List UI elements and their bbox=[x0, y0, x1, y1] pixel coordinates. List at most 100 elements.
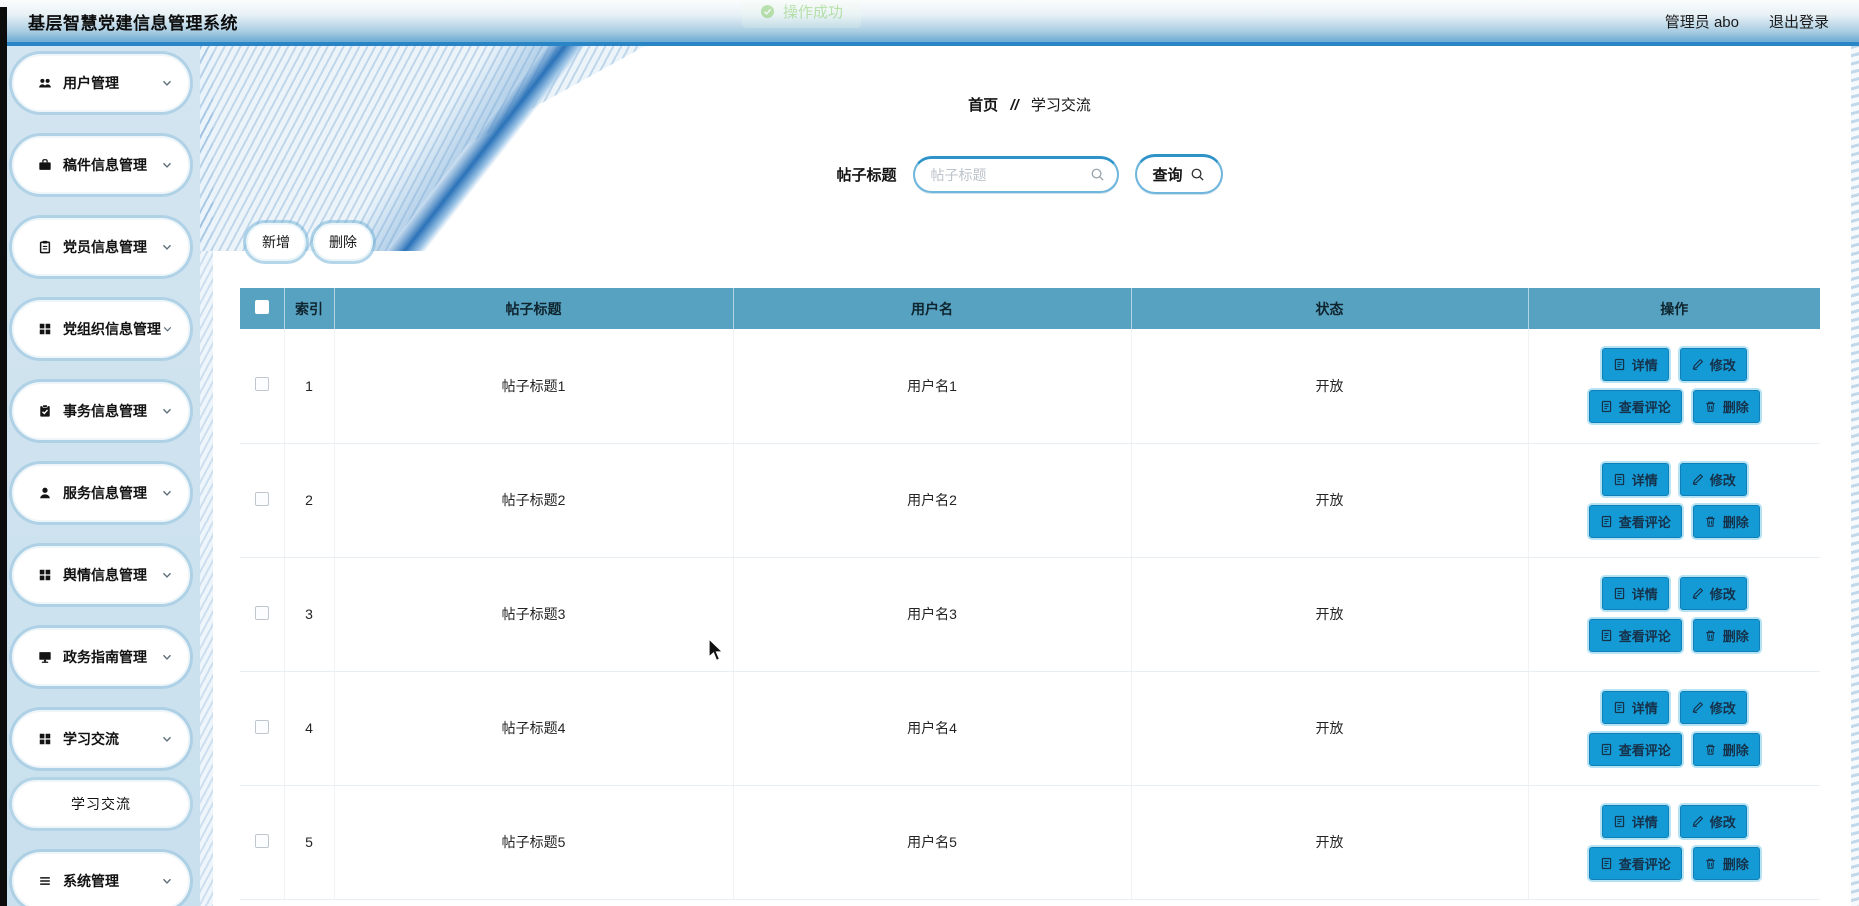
document-icon bbox=[1600, 857, 1613, 870]
delete-selected-button[interactable]: 删除 bbox=[313, 223, 373, 261]
sidebar-item-gov-guide[interactable]: 政务指南管理 bbox=[12, 628, 190, 686]
table-toolbar: 新增 删除 bbox=[246, 223, 373, 261]
sidebar-item-label: 政务指南管理 bbox=[63, 649, 147, 665]
menu-icon bbox=[38, 874, 52, 888]
table-row: 1 帖子标题1 用户名1 开放 详情 修改 查看评论 删除 bbox=[240, 329, 1820, 444]
view-comments-button[interactable]: 查看评论 bbox=[1588, 846, 1682, 880]
sidebar-item-label: 服务信息管理 bbox=[63, 485, 147, 501]
sidebar-item-users[interactable]: 用户管理 bbox=[12, 54, 190, 112]
header-actions: 操作 bbox=[1528, 288, 1820, 329]
chevron-down-icon bbox=[160, 404, 174, 418]
cell-actions: 详情 修改查看评论 删除 bbox=[1528, 443, 1820, 558]
sidebar-item-services[interactable]: 服务信息管理 bbox=[12, 464, 190, 522]
row-checkbox[interactable] bbox=[254, 377, 269, 392]
cell-username: 用户名2 bbox=[733, 443, 1132, 558]
cell-index: 4 bbox=[284, 671, 335, 786]
table-row: 4 帖子标题4 用户名4 开放 详情 修改 查看评论 删除 bbox=[240, 671, 1820, 786]
edit-button[interactable]: 修改 bbox=[1679, 348, 1747, 382]
user-icon bbox=[38, 486, 52, 500]
sidebar-item-manuscripts[interactable]: 稿件信息管理 bbox=[12, 136, 190, 194]
breadcrumb: 首页 // 学习交流 bbox=[200, 94, 1859, 115]
row-checkbox[interactable] bbox=[254, 719, 269, 734]
pencil-icon bbox=[1691, 358, 1704, 371]
monitor-icon bbox=[38, 650, 52, 664]
edit-button[interactable]: 修改 bbox=[1679, 462, 1747, 496]
sidebar-item-opinion[interactable]: 舆情信息管理 bbox=[12, 546, 190, 604]
sidebar-item-label: 学习交流 bbox=[63, 731, 119, 747]
decorative-corner-pattern bbox=[200, 46, 645, 251]
cell-title: 帖子标题4 bbox=[334, 671, 734, 786]
grid-icon bbox=[38, 732, 52, 746]
cell-status: 开放 bbox=[1131, 557, 1529, 672]
sidebar-item-affairs[interactable]: 事务信息管理 bbox=[12, 382, 190, 440]
current-user[interactable]: 管理员 abo bbox=[1665, 11, 1739, 32]
edit-button[interactable]: 修改 bbox=[1679, 804, 1747, 838]
select-all-checkbox[interactable] bbox=[254, 300, 269, 314]
logout-link[interactable]: 退出登录 bbox=[1769, 11, 1829, 32]
row-delete-button[interactable]: 删除 bbox=[1692, 618, 1760, 652]
row-delete-button[interactable]: 删除 bbox=[1692, 846, 1760, 880]
sidebar-item-label: 用户管理 bbox=[63, 75, 119, 91]
table-header-row: 索引 帖子标题 用户名 状态 操作 bbox=[240, 288, 1820, 329]
document-icon bbox=[1600, 629, 1613, 642]
query-button-label: 查询 bbox=[1152, 167, 1183, 184]
sidebar-item-study-exchange[interactable]: 学习交流 bbox=[12, 710, 190, 768]
view-comments-button[interactable]: 查看评论 bbox=[1588, 390, 1682, 424]
query-button[interactable]: 查询 bbox=[1134, 154, 1223, 194]
detail-button[interactable]: 详情 bbox=[1601, 804, 1669, 838]
edit-button[interactable]: 修改 bbox=[1679, 690, 1747, 724]
view-comments-button[interactable]: 查看评论 bbox=[1588, 618, 1682, 652]
sidebar-item-label: 事务信息管理 bbox=[63, 403, 147, 419]
detail-button[interactable]: 详情 bbox=[1601, 576, 1669, 610]
detail-button[interactable]: 详情 bbox=[1601, 348, 1669, 382]
search-input[interactable] bbox=[930, 166, 1083, 183]
row-delete-button[interactable]: 删除 bbox=[1692, 390, 1760, 424]
grid-icon bbox=[38, 568, 52, 582]
search-field-label: 帖子标题 bbox=[836, 166, 897, 184]
row-delete-button[interactable]: 删除 bbox=[1692, 504, 1760, 538]
chevron-down-icon bbox=[160, 732, 174, 746]
document-icon bbox=[1613, 473, 1626, 486]
view-comments-button[interactable]: 查看评论 bbox=[1588, 732, 1682, 766]
search-box bbox=[912, 155, 1119, 193]
cell-username: 用户名3 bbox=[733, 557, 1132, 672]
cell-index: 3 bbox=[284, 557, 335, 672]
cell-checkbox bbox=[240, 785, 285, 900]
sidebar-item-party-members[interactable]: 党员信息管理 bbox=[12, 218, 190, 276]
row-checkbox[interactable] bbox=[254, 833, 269, 848]
add-button[interactable]: 新增 bbox=[246, 223, 306, 261]
cell-title: 帖子标题1 bbox=[334, 329, 734, 444]
trash-icon bbox=[1704, 400, 1717, 413]
row-checkbox[interactable] bbox=[254, 605, 269, 620]
search-row: 帖子标题 查询 bbox=[200, 154, 1859, 194]
document-icon bbox=[1613, 815, 1626, 828]
trash-icon bbox=[1704, 743, 1717, 756]
chevron-down-icon bbox=[160, 568, 174, 582]
sidebar-item-party-orgs[interactable]: 党组织信息管理 bbox=[12, 300, 190, 358]
cell-title: 帖子标题3 bbox=[334, 557, 734, 672]
row-checkbox[interactable] bbox=[254, 491, 269, 506]
row-delete-button[interactable]: 删除 bbox=[1692, 732, 1760, 766]
trash-icon bbox=[1704, 515, 1717, 528]
cell-status: 开放 bbox=[1131, 785, 1529, 900]
breadcrumb-home[interactable]: 首页 bbox=[968, 97, 998, 114]
header-checkbox-cell bbox=[240, 288, 285, 329]
cell-actions: 详情 修改查看评论 删除 bbox=[1528, 557, 1820, 672]
sidebar-item-system[interactable]: 系统管理 bbox=[12, 852, 190, 906]
detail-button[interactable]: 详情 bbox=[1601, 690, 1669, 724]
app-title: 基层智慧党建信息管理系统 bbox=[28, 13, 238, 33]
detail-button[interactable]: 详情 bbox=[1601, 462, 1669, 496]
grid-icon bbox=[38, 322, 52, 336]
document-icon bbox=[1613, 358, 1626, 371]
view-comments-button[interactable]: 查看评论 bbox=[1588, 504, 1682, 538]
query-search-icon bbox=[1190, 167, 1205, 182]
chevron-down-icon bbox=[160, 486, 174, 500]
pencil-icon bbox=[1691, 815, 1704, 828]
edit-button[interactable]: 修改 bbox=[1679, 576, 1747, 610]
sidebar-item-label: 党组织信息管理 bbox=[63, 321, 161, 337]
header-title: 帖子标题 bbox=[334, 288, 734, 329]
chevron-down-icon bbox=[161, 322, 174, 336]
document-icon bbox=[1600, 400, 1613, 413]
sidebar-subitem-study-exchange-list[interactable]: 学习交流 bbox=[12, 780, 190, 828]
chevron-down-icon bbox=[160, 874, 174, 888]
